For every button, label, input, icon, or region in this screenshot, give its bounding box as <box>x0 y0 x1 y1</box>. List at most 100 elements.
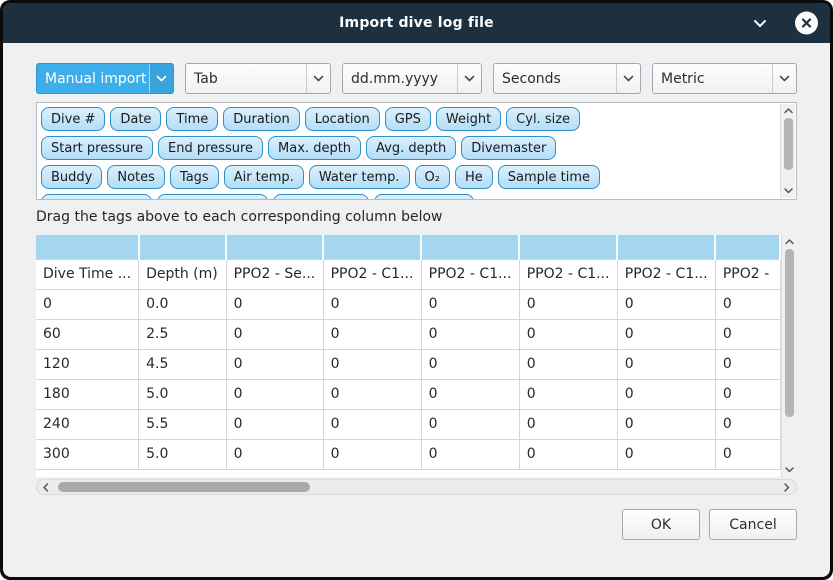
titlebar[interactable]: Import dive log file <box>3 3 830 43</box>
column-header[interactable]: PPO2 - C1... <box>323 259 421 289</box>
tag-chip-time[interactable]: Time <box>166 107 218 131</box>
scrollbar-thumb[interactable] <box>785 249 794 417</box>
import-options-row: Manual import Tab dd.mm.yyyy Seconds Metric <box>36 63 797 94</box>
tag-chip-duration[interactable]: Duration <box>223 107 299 131</box>
column-header[interactable]: PPO2 - <box>715 259 780 289</box>
tag-chip-dive[interactable]: Dive # <box>41 107 105 131</box>
tag-chip-sample-cns[interactable]: Sample CNS <box>374 194 474 200</box>
table-cell: 5.0 <box>139 439 227 469</box>
table-cell: 0 <box>617 439 715 469</box>
column-drop-target[interactable] <box>421 235 519 259</box>
table-horizontal-scrollbar[interactable] <box>36 479 797 495</box>
tag-chip-weight[interactable]: Weight <box>436 107 501 131</box>
tag-chip-cyl-size[interactable]: Cyl. size <box>506 107 580 131</box>
table-cell: 0 <box>323 289 421 319</box>
tag-chip-date[interactable]: Date <box>110 107 161 131</box>
tag-chip-sample-temp[interactable]: Sample temp. <box>157 194 268 200</box>
tag-row: BuddyNotesTagsAir temp.Water temp.O₂HeSa… <box>41 165 776 189</box>
column-drop-target[interactable] <box>323 235 421 259</box>
table-cell: 5.0 <box>139 379 227 409</box>
tag-chip-max-depth[interactable]: Max. depth <box>268 136 361 160</box>
table-row: 3005.0000000 <box>36 439 780 469</box>
chevron-down-icon <box>457 64 481 93</box>
table-cell: 0 <box>519 409 617 439</box>
column-header[interactable]: Depth (m) <box>139 259 227 289</box>
column-header[interactable]: PPO2 - C1... <box>519 259 617 289</box>
scrollbar-thumb[interactable] <box>784 118 793 170</box>
table-cell: 0 <box>519 289 617 319</box>
dropdown-dd-mm-yyyy[interactable]: dd.mm.yyyy <box>342 63 482 94</box>
drop-target-row <box>36 235 780 259</box>
table-viewport: Dive Time ...Depth (m)PPO2 - Se...PPO2 -… <box>36 235 781 477</box>
table-cell: 0.0 <box>139 289 227 319</box>
tag-chip-start-pressure[interactable]: Start pressure <box>41 136 153 160</box>
table-cell: 0 <box>226 409 323 439</box>
table-cell: 0 <box>323 349 421 379</box>
tag-chip-tags[interactable]: Tags <box>170 165 219 189</box>
table-cell: 0 <box>421 289 519 319</box>
table-cell: 0 <box>36 289 139 319</box>
table-cell: 180 <box>36 379 139 409</box>
dialog-content: Manual importTabdd.mm.yyyySecondsMetric … <box>3 43 830 577</box>
table-cell: 0 <box>421 409 519 439</box>
tag-chip-location[interactable]: Location <box>305 107 380 131</box>
tag-chip-sample-po[interactable]: Sample pO₂ <box>273 194 370 200</box>
tag-chip-notes[interactable]: Notes <box>107 165 165 189</box>
column-header[interactable]: PPO2 - C1... <box>617 259 715 289</box>
table-cell: 0 <box>519 439 617 469</box>
tag-chip-gps[interactable]: GPS <box>385 107 431 131</box>
scroll-right-icon[interactable] <box>780 480 794 494</box>
table-row: 2405.5000000 <box>36 409 780 439</box>
scroll-up-icon[interactable] <box>781 104 795 118</box>
table-cell: 0 <box>715 409 780 439</box>
column-drop-target[interactable] <box>617 235 715 259</box>
tag-chip-sample-depth[interactable]: Sample depth <box>41 194 152 200</box>
table-cell: 0 <box>226 289 323 319</box>
column-drop-target[interactable] <box>519 235 617 259</box>
tag-chip-o[interactable]: O₂ <box>415 165 450 189</box>
column-drop-target[interactable] <box>36 235 139 259</box>
scroll-down-icon[interactable] <box>781 184 795 198</box>
table-cell: 0 <box>715 319 780 349</box>
column-drop-target[interactable] <box>715 235 780 259</box>
table-cell: 120 <box>36 349 139 379</box>
scroll-left-icon[interactable] <box>39 480 53 494</box>
tag-chip-air-temp[interactable]: Air temp. <box>224 165 304 189</box>
table-cell: 0 <box>226 439 323 469</box>
scroll-down-icon[interactable] <box>782 463 797 477</box>
table-cell: 0 <box>715 379 780 409</box>
tags-list: Dive #DateTimeDurationLocationGPSWeightC… <box>41 107 776 200</box>
dropdown-metric[interactable]: Metric <box>652 63 797 94</box>
chevron-down-icon <box>616 64 640 93</box>
scroll-up-icon[interactable] <box>782 235 797 249</box>
chevron-down-icon <box>772 64 796 93</box>
tag-chip-water-temp[interactable]: Water temp. <box>309 165 410 189</box>
dropdown-tab[interactable]: Tab <box>185 63 331 94</box>
tags-vertical-scrollbar[interactable] <box>780 104 795 198</box>
close-icon[interactable] <box>795 12 818 35</box>
table-vertical-scrollbar[interactable] <box>781 235 797 477</box>
table-cell: 0 <box>617 319 715 349</box>
dropdown-seconds[interactable]: Seconds <box>493 63 641 94</box>
scrollbar-thumb[interactable] <box>58 482 310 492</box>
ok-button[interactable]: OK <box>622 509 700 540</box>
shade-chevron-icon[interactable] <box>748 11 772 35</box>
tag-chip-avg-depth[interactable]: Avg. depth <box>366 136 456 160</box>
tag-chip-divemaster[interactable]: Divemaster <box>461 136 556 160</box>
tag-chip-end-pressure[interactable]: End pressure <box>158 136 263 160</box>
table-cell: 0 <box>617 409 715 439</box>
cancel-button[interactable]: Cancel <box>709 509 797 540</box>
table-cell: 0 <box>519 379 617 409</box>
column-header[interactable]: PPO2 - Se... <box>226 259 323 289</box>
dropdown-value: Manual import <box>37 71 149 87</box>
column-drop-target[interactable] <box>139 235 227 259</box>
tag-chip-he[interactable]: He <box>455 165 493 189</box>
tag-chip-sample-time[interactable]: Sample time <box>498 165 600 189</box>
dropdown-manual-import[interactable]: Manual import <box>36 63 174 94</box>
column-drop-target[interactable] <box>226 235 323 259</box>
column-header[interactable]: PPO2 - C1... <box>421 259 519 289</box>
dropdown-value: Metric <box>653 71 772 87</box>
tag-chip-buddy[interactable]: Buddy <box>41 165 102 189</box>
table-cell: 0 <box>226 379 323 409</box>
column-header[interactable]: Dive Time ... <box>36 259 139 289</box>
